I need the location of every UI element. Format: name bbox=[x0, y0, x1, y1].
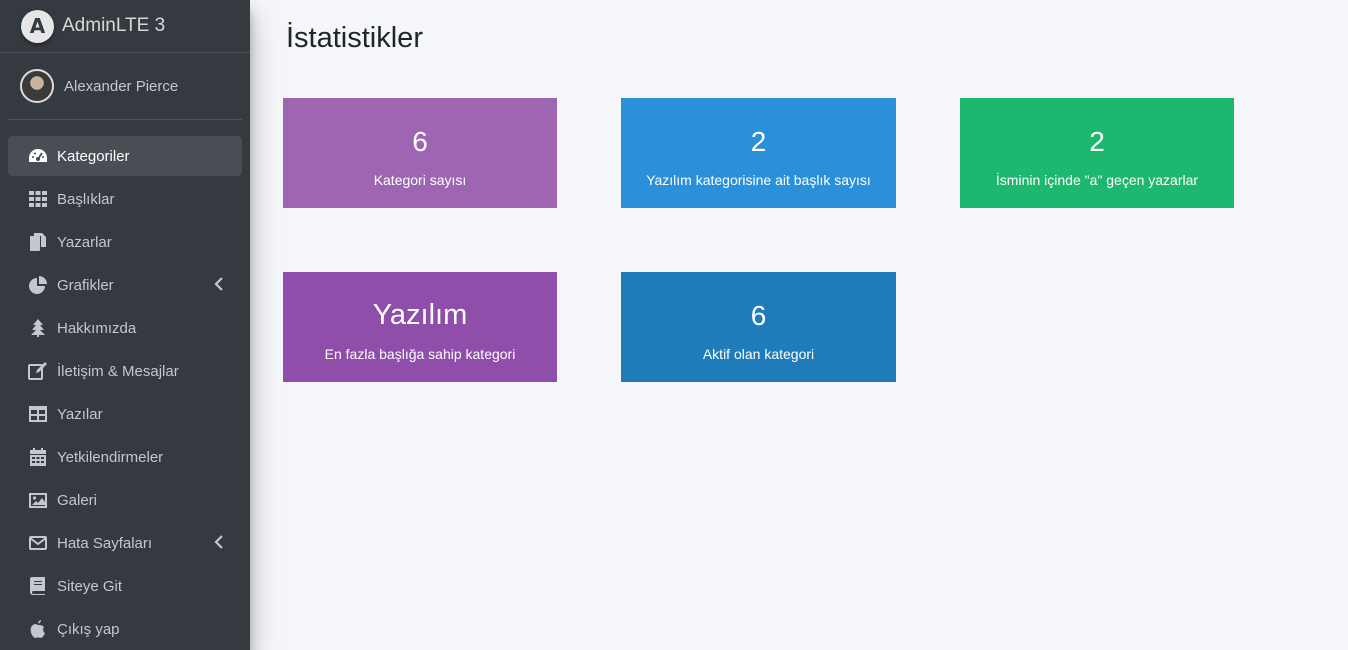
sidebar-item-kategoriler[interactable]: Kategoriler bbox=[8, 136, 242, 176]
sidebar-item-yazilar[interactable]: Yazılar bbox=[8, 394, 242, 434]
tachometer-icon bbox=[27, 146, 49, 166]
chart-pie-icon bbox=[27, 275, 49, 295]
calendar-icon bbox=[27, 447, 49, 467]
stat-box-aktif-olan-kategori: 6 Aktif olan kategori bbox=[621, 272, 896, 382]
sidebar-item-cikis-yap[interactable]: Çıkış yap bbox=[8, 609, 242, 649]
book-icon bbox=[27, 576, 49, 596]
stat-label: Yazılım kategorisine ait başlık sayısı bbox=[646, 172, 871, 188]
sidebar-item-label: Galeri bbox=[57, 491, 98, 509]
sidebar-item-yetkilendirmeler[interactable]: Yetkilendirmeler bbox=[8, 437, 242, 477]
stat-box-yazilim-baslik-sayisi: 2 Yazılım kategorisine ait başlık sayısı bbox=[621, 98, 896, 208]
stat-label: Aktif olan kategori bbox=[702, 346, 815, 362]
tree-icon bbox=[27, 318, 49, 338]
sidebar-item-hata-sayfalari[interactable]: Hata Sayfaları bbox=[8, 523, 242, 563]
sidebar-item-label: Hata Sayfaları bbox=[57, 534, 153, 552]
sidebar-item-label: Hakkımızda bbox=[57, 319, 137, 337]
sidebar-item-basliklar[interactable]: Başlıklar bbox=[8, 179, 242, 219]
stat-value: Yazılım bbox=[372, 299, 468, 331]
chevron-left-icon[interactable] bbox=[214, 277, 226, 293]
stat-value: 6 bbox=[412, 126, 428, 157]
brand-link[interactable]: A AdminLTE 3 bbox=[0, 0, 250, 53]
sidebar-item-label: İletişim & Mesajlar bbox=[57, 362, 179, 380]
image-icon bbox=[27, 490, 49, 510]
page-title: İstatistikler bbox=[286, 22, 423, 54]
table-icon bbox=[27, 404, 49, 424]
sidebar-item-grafikler[interactable]: Grafikler bbox=[8, 265, 242, 305]
stat-value: 2 bbox=[1089, 126, 1105, 157]
user-panel[interactable]: Alexander Pierce bbox=[8, 53, 242, 120]
sidebar-item-label: Yazarlar bbox=[57, 233, 112, 251]
stat-box-en-fazla-basliga-sahip-kategori: Yazılım En fazla başlığa sahip kategori bbox=[283, 272, 557, 382]
sidebar-item-iletisim-mesajlar[interactable]: İletişim & Mesajlar bbox=[8, 351, 242, 391]
stat-label: Kategori sayısı bbox=[373, 172, 467, 188]
user-name[interactable]: Alexander Pierce bbox=[64, 78, 178, 95]
copy-icon bbox=[27, 232, 49, 252]
sidebar: A AdminLTE 3 Alexander Pierce Kategorile… bbox=[0, 0, 250, 650]
avatar bbox=[20, 69, 54, 103]
sidebar-item-label: Çıkış yap bbox=[57, 620, 120, 638]
sidebar-item-hakkimizda[interactable]: Hakkımızda bbox=[8, 308, 242, 348]
stat-label: İsminin içinde "a" geçen yazarlar bbox=[995, 172, 1199, 188]
stat-value: 6 bbox=[750, 300, 767, 331]
sidebar-item-yazarlar[interactable]: Yazarlar bbox=[8, 222, 242, 262]
sidebar-item-galeri[interactable]: Galeri bbox=[8, 480, 242, 520]
stat-box-kategori-sayisi: 6 Kategori sayısı bbox=[283, 98, 557, 208]
sidebar-item-label: Grafikler bbox=[57, 276, 114, 294]
edit-icon bbox=[27, 361, 49, 381]
th-icon bbox=[27, 189, 49, 209]
sidebar-item-siteye-git[interactable]: Siteye Git bbox=[8, 566, 242, 606]
stat-box-isminde-a-gecen-yazarlar: 2 İsminin içinde "a" geçen yazarlar bbox=[960, 98, 1234, 208]
sidebar-item-label: Siteye Git bbox=[57, 577, 123, 595]
stat-label: En fazla başlığa sahip kategori bbox=[324, 346, 516, 362]
envelope-icon bbox=[27, 533, 49, 553]
apple-icon bbox=[27, 619, 49, 639]
sidebar-nav: Kategoriler Başlıklar Yazarlar Grafikler bbox=[0, 120, 250, 649]
chevron-left-icon[interactable] bbox=[214, 535, 226, 551]
brand-logo: A bbox=[21, 9, 54, 43]
sidebar-item-label: Başlıklar bbox=[57, 190, 115, 208]
sidebar-item-label: Yetkilendirmeler bbox=[57, 448, 164, 466]
brand-name: AdminLTE 3 bbox=[62, 15, 166, 36]
main-content: İstatistikler 6 Kategori sayısı 2 Yazılı… bbox=[250, 0, 1348, 650]
stat-value: 2 bbox=[750, 126, 767, 157]
sidebar-item-label: Yazılar bbox=[57, 405, 103, 423]
sidebar-item-label: Kategoriler bbox=[57, 147, 130, 165]
